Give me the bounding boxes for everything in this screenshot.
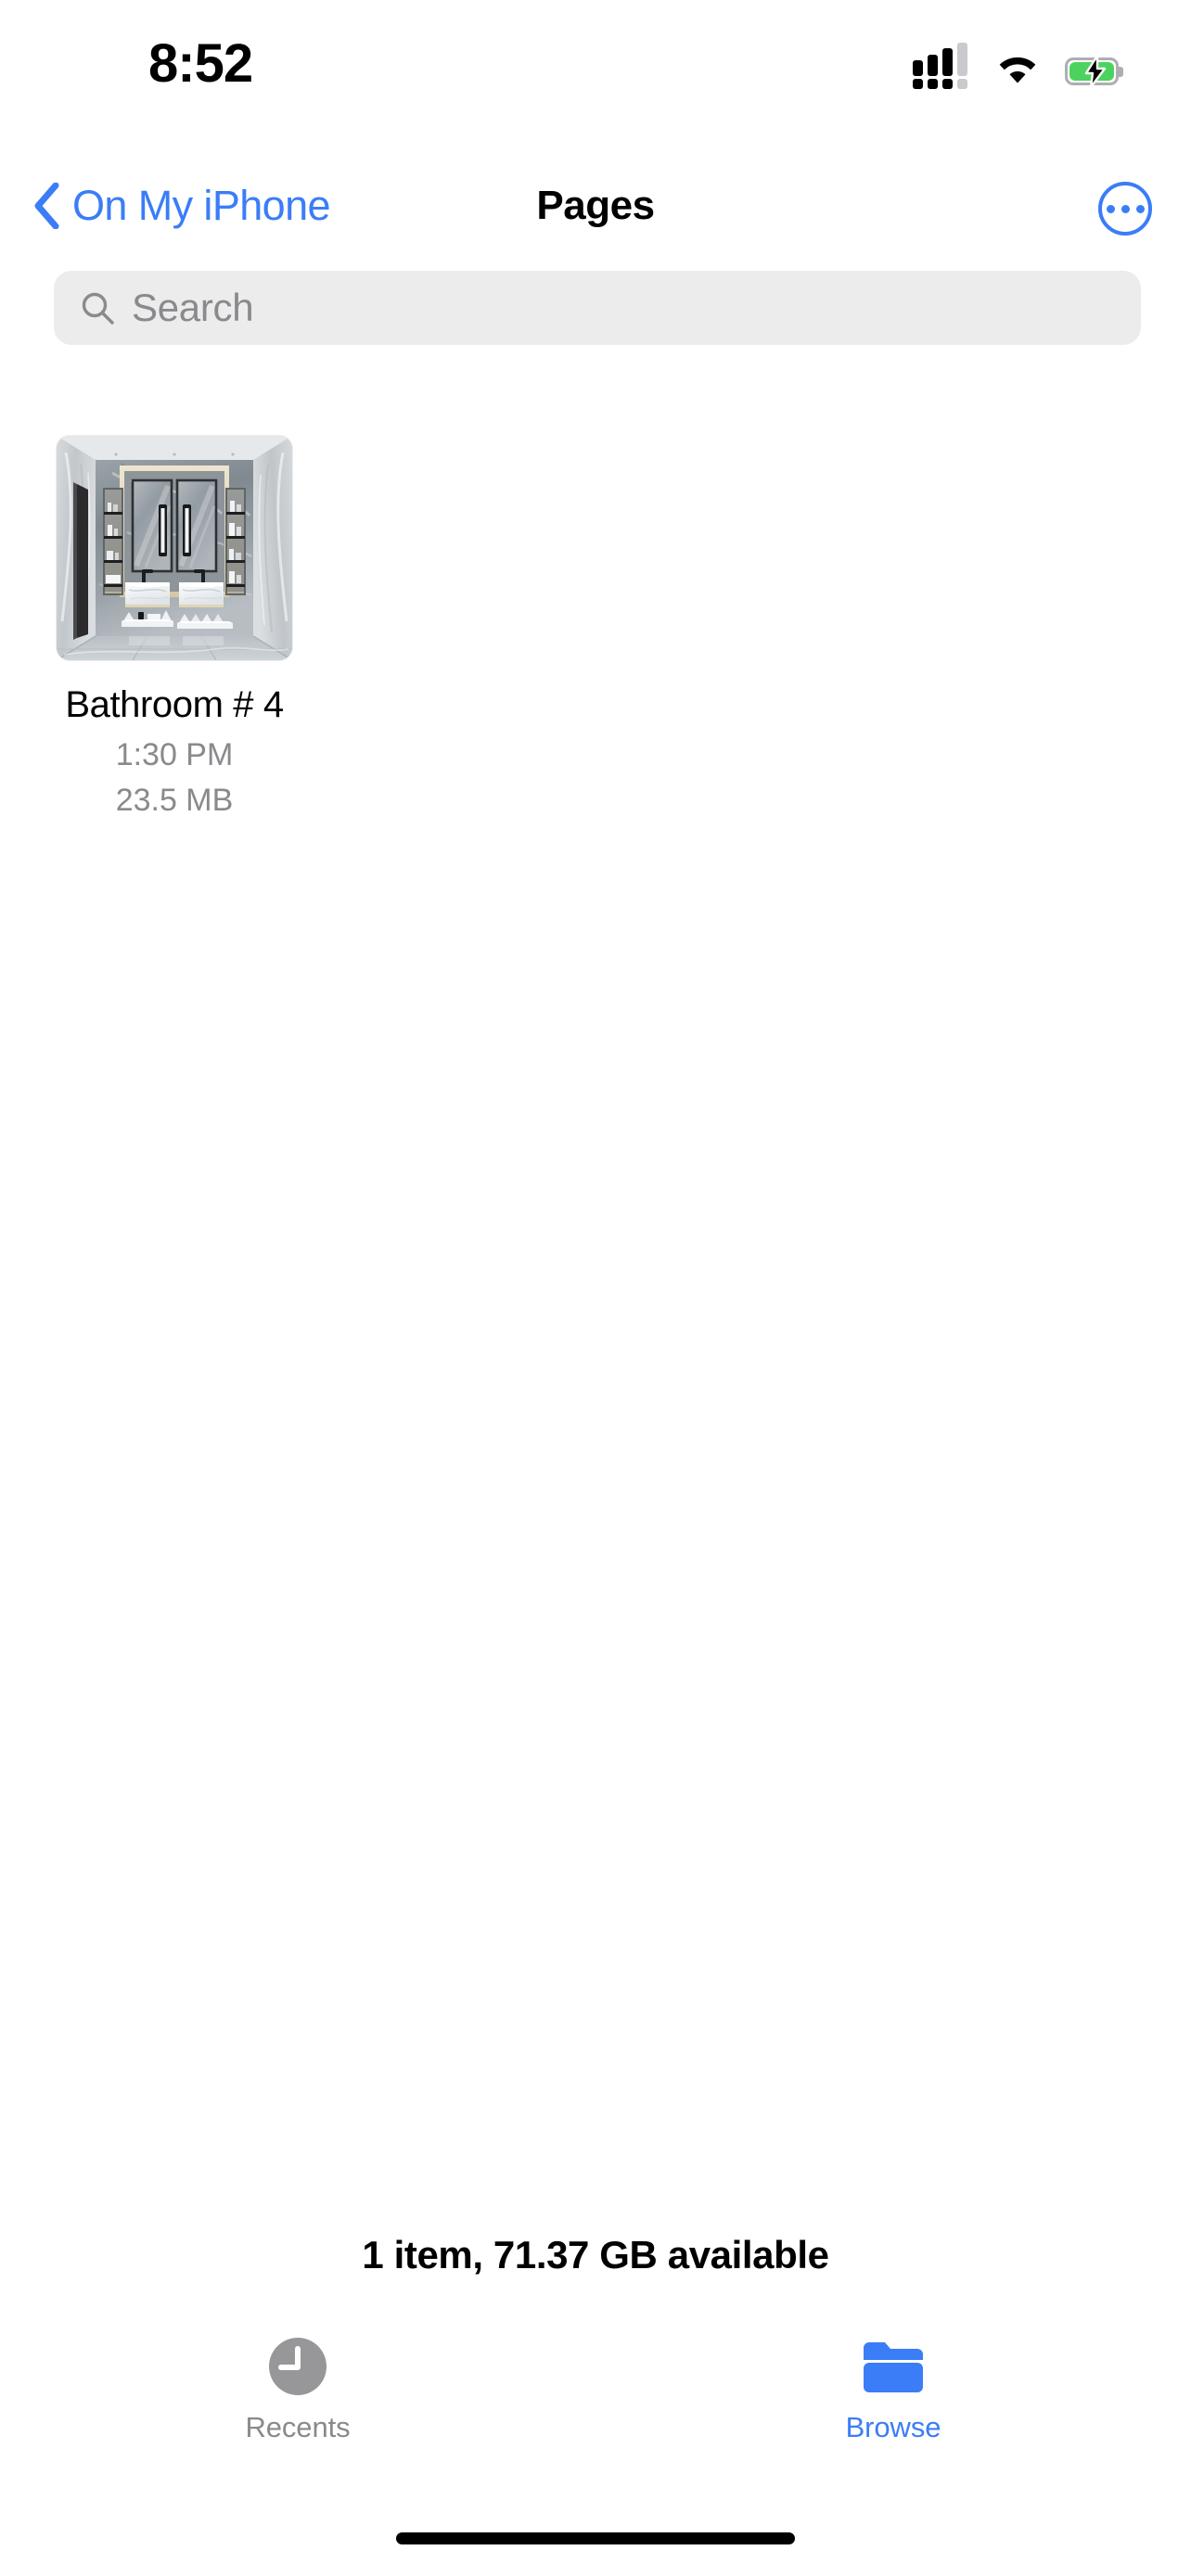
file-name: Bathroom # 4 — [65, 684, 284, 725]
status-bar-time: 8:52 — [148, 33, 253, 94]
wifi-icon — [999, 57, 1036, 83]
file-grid: Bathroom # 4 1:30 PM 23.5 MB — [54, 436, 1141, 819]
more-dot — [1135, 204, 1145, 213]
charging-bolt-icon — [1084, 56, 1107, 87]
file-item[interactable]: Bathroom # 4 1:30 PM 23.5 MB — [54, 436, 295, 819]
more-circle-icon[interactable] — [1098, 182, 1152, 236]
page-title: Pages — [536, 183, 655, 228]
status-bar: 8:52 — [0, 0, 1191, 115]
files-app-screen: 8:52 On My iPhone Pages Search Bathroom … — [0, 0, 1191, 2576]
search-icon — [82, 292, 114, 325]
tab-recents-label: Recents — [245, 2411, 351, 2443]
file-size: 23.5 MB — [115, 783, 234, 818]
tab-browse-icon-wrap — [859, 2333, 928, 2400]
tab-browse[interactable]: Browse — [596, 2316, 1191, 2474]
file-modified-time: 1:30 PM — [115, 737, 234, 772]
more-dot — [1106, 204, 1115, 213]
navigation-bar: On My iPhone Pages — [0, 156, 1191, 256]
search-input[interactable]: Search — [54, 271, 1141, 345]
battery-charging-icon — [1065, 56, 1123, 87]
storage-status-text: 1 item, 71.37 GB available — [362, 2233, 829, 2276]
tab-bar: Recents Browse — [0, 2316, 1191, 2474]
home-indicator — [396, 2532, 795, 2544]
tab-browse-label: Browse — [845, 2411, 941, 2443]
search-placeholder-text: Search — [132, 286, 254, 329]
more-dot — [1121, 204, 1130, 213]
tab-recents-icon-wrap — [267, 2333, 328, 2400]
bathroom-interior-thumbnail — [57, 436, 292, 660]
tab-recents[interactable]: Recents — [0, 2316, 596, 2474]
clock-icon — [269, 2338, 327, 2395]
folder-icon — [864, 2342, 923, 2392]
cellular-signal-icon — [913, 43, 970, 89]
status-bar-icons — [913, 43, 1123, 89]
